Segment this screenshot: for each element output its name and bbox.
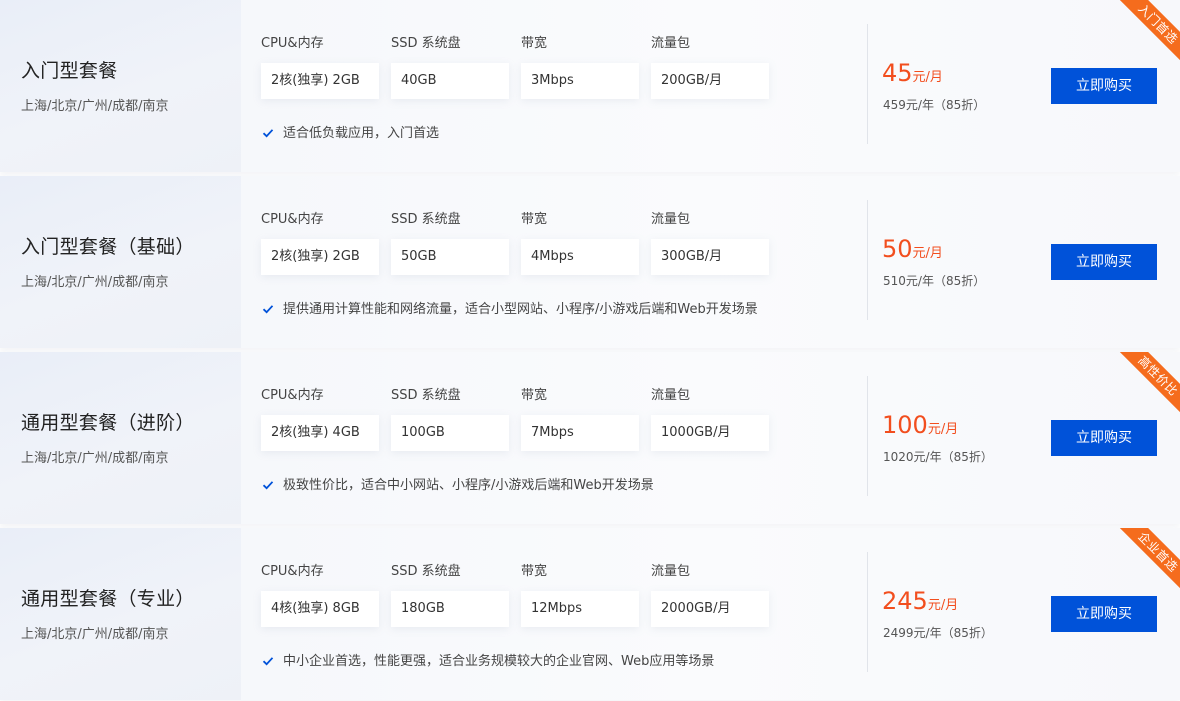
bandwidth-value: 3Mbps <box>521 63 639 99</box>
price-amount: 45 <box>882 59 913 87</box>
buy-now-button[interactable]: 立即购买 <box>1051 420 1157 456</box>
plan-name: 通用型套餐（进阶） <box>21 412 195 434</box>
cpu-label: CPU&内存 <box>261 212 324 227</box>
bandwidth-label: 带宽 <box>521 388 548 403</box>
bandwidth-value: 7Mbps <box>521 415 639 451</box>
buy-now-button[interactable]: 立即购买 <box>1051 68 1157 104</box>
cpu-value: 4核(独享) 8GB <box>261 591 379 627</box>
plan-regions: 上海/北京/广州/成都/南京 <box>21 99 169 114</box>
price-amount: 50 <box>882 235 913 263</box>
plan-header: 通用型套餐（专业） 上海/北京/广州/成都/南京 <box>0 528 241 700</box>
plan-regions: 上海/北京/广州/成都/南京 <box>21 275 169 290</box>
cpu-label: CPU&内存 <box>261 36 324 51</box>
monthly-price: 245元/月 <box>882 587 958 615</box>
ribbon-label: 企业首选 <box>1115 528 1180 595</box>
plan-feature-text: 中小企业首选，性能更强，适合业务规模较大的企业官网、Web应用等场景 <box>283 654 715 669</box>
traffic-value: 300GB/月 <box>651 239 769 275</box>
ssd-label: SSD 系统盘 <box>391 388 461 403</box>
plan-header: 入门型套餐 上海/北京/广州/成都/南京 <box>0 0 241 172</box>
traffic-label: 流量包 <box>651 564 691 579</box>
price-unit: 元/月 <box>927 422 959 437</box>
plan-feature-text: 提供通用计算性能和网络流量，适合小型网站、小程序/小游戏后端和Web开发场景 <box>283 302 758 317</box>
traffic-label: 流量包 <box>651 212 691 227</box>
plan-regions: 上海/北京/广州/成都/南京 <box>21 627 169 642</box>
yearly-price: 459元/年（85折） <box>883 98 986 112</box>
price-amount: 100 <box>882 411 928 439</box>
cpu-label: CPU&内存 <box>261 564 324 579</box>
corner-ribbon: 入门首选 <box>1108 0 1180 72</box>
ribbon-label: 高性价比 <box>1115 352 1180 419</box>
divider <box>867 552 868 672</box>
plan-regions: 上海/北京/广州/成都/南京 <box>21 451 169 466</box>
traffic-label: 流量包 <box>651 36 691 51</box>
ssd-value: 40GB <box>391 63 509 99</box>
price-unit: 元/月 <box>927 598 959 613</box>
ssd-label: SSD 系统盘 <box>391 36 461 51</box>
traffic-value: 2000GB/月 <box>651 591 769 627</box>
ssd-value: 180GB <box>391 591 509 627</box>
plan-feature-text: 极致性价比，适合中小网站、小程序/小游戏后端和Web开发场景 <box>283 478 654 493</box>
bandwidth-label: 带宽 <box>521 36 548 51</box>
traffic-label: 流量包 <box>651 388 691 403</box>
plan-name: 入门型套餐 <box>21 60 118 82</box>
cpu-value: 2核(独享) 2GB <box>261 63 379 99</box>
plan-name: 通用型套餐（专业） <box>21 588 195 610</box>
cpu-value: 2核(独享) 2GB <box>261 239 379 275</box>
monthly-price: 100元/月 <box>882 411 958 439</box>
traffic-value: 200GB/月 <box>651 63 769 99</box>
plan-card: 通用型套餐（进阶） 上海/北京/广州/成都/南京 CPU&内存 SSD 系统盘 … <box>0 352 1180 524</box>
divider <box>867 200 868 320</box>
bandwidth-label: 带宽 <box>521 564 548 579</box>
check-icon <box>262 480 274 489</box>
cpu-label: CPU&内存 <box>261 388 324 403</box>
ssd-label: SSD 系统盘 <box>391 564 461 579</box>
ssd-value: 50GB <box>391 239 509 275</box>
plan-feature: 适合低负载应用，入门首选 <box>262 122 439 141</box>
yearly-price: 1020元/年（85折） <box>883 450 993 464</box>
check-icon <box>262 128 274 137</box>
corner-ribbon: 企业首选 <box>1108 528 1180 600</box>
price-amount: 245 <box>882 587 928 615</box>
plan-feature-text: 适合低负载应用，入门首选 <box>283 126 440 141</box>
buy-now-button[interactable]: 立即购买 <box>1051 596 1157 632</box>
monthly-price: 50元/月 <box>882 235 943 263</box>
buy-now-button[interactable]: 立即购买 <box>1051 244 1157 280</box>
check-icon <box>262 304 274 313</box>
plan-header: 通用型套餐（进阶） 上海/北京/广州/成都/南京 <box>0 352 241 524</box>
bandwidth-value: 4Mbps <box>521 239 639 275</box>
bandwidth-value: 12Mbps <box>521 591 639 627</box>
plan-header: 入门型套餐（基础） 上海/北京/广州/成都/南京 <box>0 176 241 348</box>
bandwidth-label: 带宽 <box>521 212 548 227</box>
ssd-value: 100GB <box>391 415 509 451</box>
plan-card: 通用型套餐（专业） 上海/北京/广州/成都/南京 CPU&内存 SSD 系统盘 … <box>0 528 1180 700</box>
cpu-value: 2核(独享) 4GB <box>261 415 379 451</box>
plan-name: 入门型套餐（基础） <box>21 236 195 258</box>
price-unit: 元/月 <box>912 70 943 85</box>
monthly-price: 45元/月 <box>882 59 943 87</box>
traffic-value: 1000GB/月 <box>651 415 769 451</box>
plan-card: 入门型套餐（基础） 上海/北京/广州/成都/南京 CPU&内存 SSD 系统盘 … <box>0 176 1180 348</box>
yearly-price: 2499元/年（85折） <box>883 626 993 640</box>
plan-card: 入门型套餐 上海/北京/广州/成都/南京 CPU&内存 SSD 系统盘 带宽 流… <box>0 0 1180 172</box>
plan-feature: 提供通用计算性能和网络流量，适合小型网站、小程序/小游戏后端和Web开发场景 <box>262 298 758 317</box>
divider <box>867 24 868 144</box>
plan-feature: 中小企业首选，性能更强，适合业务规模较大的企业官网、Web应用等场景 <box>262 650 714 669</box>
plan-feature: 极致性价比，适合中小网站、小程序/小游戏后端和Web开发场景 <box>262 474 654 493</box>
ssd-label: SSD 系统盘 <box>391 212 461 227</box>
check-icon <box>262 656 274 665</box>
yearly-price: 510元/年（85折） <box>883 274 986 288</box>
ribbon-label: 入门首选 <box>1115 0 1180 67</box>
divider <box>867 376 868 496</box>
price-unit: 元/月 <box>912 246 943 261</box>
corner-ribbon: 高性价比 <box>1108 352 1180 424</box>
